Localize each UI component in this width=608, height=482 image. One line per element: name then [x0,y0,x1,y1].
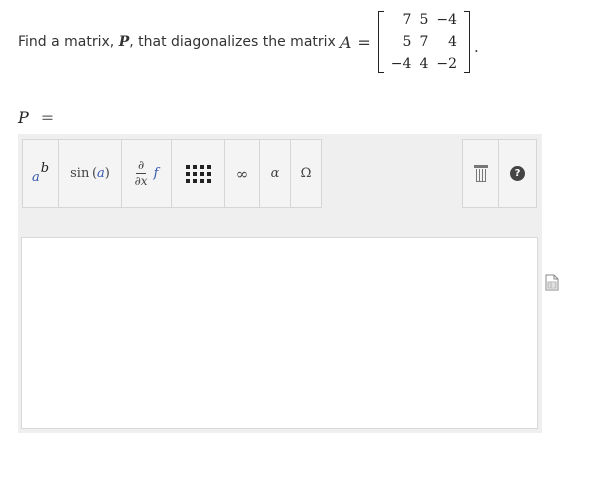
matrix-cell: 4 [448,34,457,50]
function-icon: sin (a) [70,166,110,181]
answer-label: P = [18,108,54,127]
infinity-icon: ∞ [235,164,249,183]
trash-icon [473,165,488,182]
symbols-button[interactable]: Ω [290,139,322,208]
matrix-cell: 4 [419,56,429,72]
math-editor: ab sin (a) ∂ ∂x f ∞ α Ω ? [18,134,542,433]
omega-icon: Ω [300,166,312,181]
matrix-cell: 7 [419,34,429,50]
document-icon[interactable] [545,274,559,291]
var-p: P [118,34,130,50]
matrix-cell: −4 [436,12,457,28]
period: . [474,38,479,56]
help-button[interactable]: ? [498,139,537,208]
question-row: Find a matrix, P, that diagonalizes the … [18,4,479,80]
matrix-cell: 7 [402,12,412,28]
superscript-button[interactable]: ab [22,139,59,208]
answer-input[interactable] [21,237,538,429]
matrix-cell: 5 [402,34,412,50]
derivative-icon: ∂ ∂x f [134,158,159,188]
derivative-button[interactable]: ∂ ∂x f [121,139,172,208]
equals-sign: = [357,32,371,52]
help-icon: ? [510,166,525,181]
alpha-icon: α [270,166,280,181]
superscript-icon: ab [31,161,50,185]
matrix-cell: −2 [436,56,457,72]
infinity-button[interactable]: ∞ [224,139,260,208]
matrix-cell: 5 [419,12,429,28]
clear-button[interactable] [462,139,499,208]
function-button[interactable]: sin (a) [58,139,122,208]
question-text: Find a matrix, P, that diagonalizes the … [18,34,336,50]
matrix-button[interactable] [171,139,225,208]
var-a: A [339,32,352,52]
answer-var-p: P [18,108,29,127]
matrix-grid-icon [185,164,211,183]
greek-letters-button[interactable]: α [259,139,291,208]
math-toolbar: ab sin (a) ∂ ∂x f ∞ α Ω ? [22,139,538,210]
matrix-a: 7 5 −4 5 7 4 −4 4 −2 [377,9,471,75]
answer-equals: = [40,108,55,127]
matrix-cell: −4 [390,56,412,72]
